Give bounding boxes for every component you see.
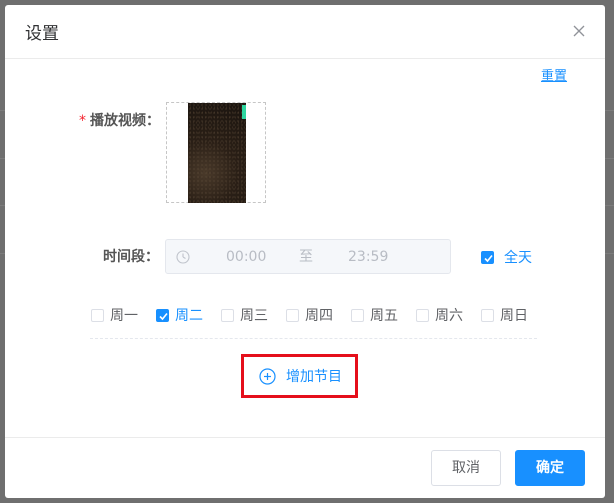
weekday-label-wed[interactable]: 周三 <box>240 307 268 325</box>
video-thumbnail[interactable] <box>188 103 246 203</box>
check-icon <box>159 312 168 321</box>
weekday-checkbox-wed[interactable] <box>221 309 234 322</box>
plus-circle-icon <box>259 368 276 385</box>
weekday-label-fri[interactable]: 周五 <box>370 307 398 325</box>
video-thumbnail-texture <box>188 103 246 203</box>
time-start-input[interactable]: 00:00 <box>226 248 266 266</box>
weekday-label-sat[interactable]: 周六 <box>435 307 463 325</box>
add-program-label: 增加节目 <box>286 369 342 385</box>
weekday-label-mon[interactable]: 周一 <box>110 307 138 325</box>
video-label-text: 播放视频： <box>90 113 160 129</box>
video-label: * 播放视频： <box>79 111 160 131</box>
weekday-checkbox-fri[interactable] <box>351 309 364 322</box>
weekday-checkbox-sun[interactable] <box>481 309 494 322</box>
all-day-label[interactable]: 全天 <box>504 249 532 267</box>
section-divider <box>90 338 537 339</box>
video-upload-box[interactable] <box>166 102 266 203</box>
weekday-checkbox-mon[interactable] <box>91 309 104 322</box>
confirm-button[interactable]: 确定 <box>515 450 585 486</box>
clock-icon <box>176 250 190 264</box>
weekday-label-thu[interactable]: 周四 <box>305 307 333 325</box>
cancel-button[interactable]: 取消 <box>431 450 501 486</box>
time-range-picker[interactable]: 00:00 至 23:59 <box>165 239 451 274</box>
close-button[interactable] <box>569 21 589 41</box>
time-separator: 至 <box>299 249 313 265</box>
weekday-checkbox-tue[interactable] <box>156 309 169 322</box>
dialog-header: 设置 <box>5 5 605 59</box>
reset-link[interactable]: 重置 <box>541 68 567 86</box>
check-icon <box>484 254 493 263</box>
weekday-label-tue[interactable]: 周二 <box>175 307 203 325</box>
settings-dialog: 设置 重置 * 播放视频： 时间段： 00:00 至 23:59 全天 周一 周… <box>5 5 605 498</box>
close-icon <box>573 25 585 37</box>
weekday-checkbox-sat[interactable] <box>416 309 429 322</box>
weekday-checkbox-thu[interactable] <box>286 309 299 322</box>
video-thumbnail-glow <box>242 105 246 119</box>
weekday-label-sun[interactable]: 周日 <box>500 307 528 325</box>
required-mark: * <box>79 113 86 129</box>
time-end-input[interactable]: 23:59 <box>348 248 388 266</box>
add-program-button[interactable]: 增加节目 <box>241 354 358 398</box>
dialog-footer: 取消 确定 <box>5 437 605 498</box>
dialog-title: 设置 <box>25 24 59 44</box>
all-day-checkbox[interactable] <box>481 251 494 264</box>
time-label: 时间段： <box>103 249 159 265</box>
